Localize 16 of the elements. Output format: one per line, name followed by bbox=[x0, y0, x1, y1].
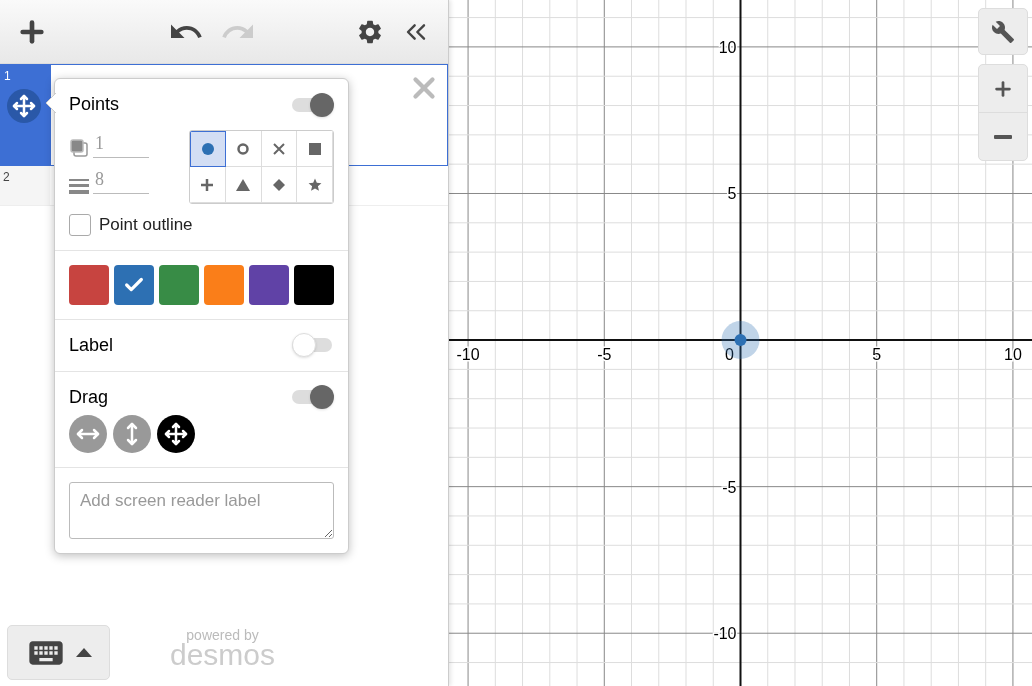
row-number: 2 bbox=[2, 169, 11, 186]
x-tick-label: 5 bbox=[872, 346, 882, 364]
section-title: Points bbox=[69, 93, 120, 116]
section-title: Label bbox=[69, 333, 114, 357]
y-tick-label: 5 bbox=[727, 185, 737, 203]
y-tick-label: -10 bbox=[713, 625, 737, 643]
x-tick-label: -10 bbox=[456, 346, 480, 364]
y-tick-label: 10 bbox=[718, 38, 737, 56]
row-number: 1 bbox=[3, 68, 12, 85]
checkbox-label: Point outline bbox=[99, 214, 193, 236]
x-tick-label: 10 bbox=[1004, 346, 1022, 364]
y-tick-label: -5 bbox=[722, 478, 737, 496]
x-tick-label: -5 bbox=[597, 346, 612, 364]
section-title: Drag bbox=[69, 385, 108, 409]
powered-by-text: powered by bbox=[186, 628, 259, 642]
origin-label: 0 bbox=[725, 346, 734, 364]
